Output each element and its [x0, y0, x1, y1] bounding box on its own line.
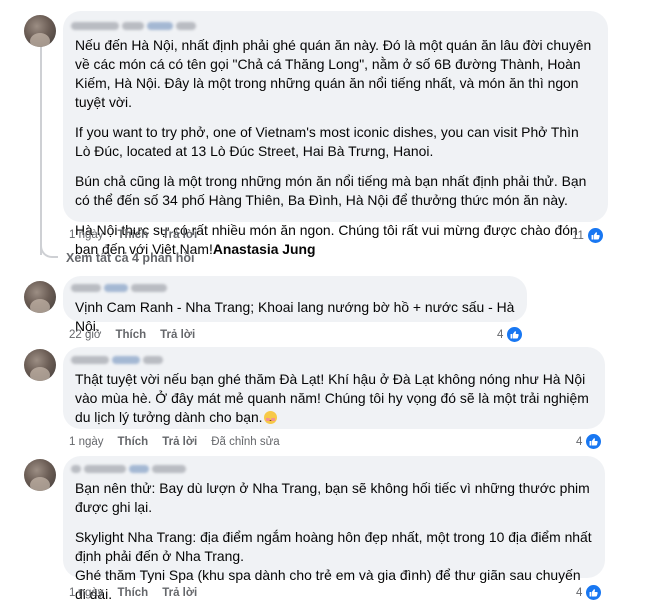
view-all-replies-link[interactable]: Xem tất cả 4 phản hồi — [66, 251, 195, 265]
like-button[interactable]: Thích — [115, 329, 146, 341]
reaction-count[interactable]: 4 — [576, 584, 603, 601]
comment-timestamp[interactable]: 1 ngày — [69, 229, 104, 241]
avatar[interactable] — [24, 15, 56, 47]
commenter-name-redacted[interactable] — [71, 19, 596, 33]
like-thumb-icon — [586, 227, 604, 244]
like-button[interactable]: Thích — [118, 229, 149, 241]
reaction-number: 4 — [497, 328, 504, 341]
reply-thread-connector — [40, 240, 58, 258]
comment-text: If you want to try phở, one of Vietnam's… — [75, 124, 579, 159]
commenter-name-redacted[interactable] — [71, 281, 515, 295]
edited-label: Đã chỉnh sửa — [211, 436, 280, 448]
commenter-name-redacted[interactable] — [71, 462, 593, 476]
comment-actions: 22 giờ Thích Trả lời — [69, 329, 209, 341]
reaction-count[interactable]: 4 — [576, 433, 603, 450]
reaction-number: 4 — [576, 586, 583, 599]
avatar[interactable] — [24, 459, 56, 491]
reply-button[interactable]: Trả lời — [162, 587, 197, 599]
reaction-number: 4 — [576, 435, 583, 448]
comment-timestamp[interactable]: 1 ngày — [69, 587, 104, 599]
comment-actions: 1 ngày Thích Trả lời — [69, 229, 211, 241]
smiling-face-emoji-icon — [263, 411, 277, 424]
reply-button[interactable]: Trả lời — [160, 329, 195, 341]
reaction-count[interactable]: 11 — [572, 227, 604, 244]
avatar[interactable] — [24, 281, 56, 313]
comment-bubble: Bạn nên thử: Bay dù lượn ở Nha Trang, bạ… — [63, 456, 605, 602]
comment-text: Skylight Nha Trang: địa điểm ngắm hoàng … — [75, 529, 592, 564]
reaction-count[interactable]: 4 — [497, 326, 524, 343]
comment-text-part: Thật tuyệt vời nếu bạn ghé thăm Đà Lạt! … — [75, 371, 589, 425]
avatar[interactable] — [24, 349, 56, 381]
like-thumb-icon — [506, 326, 524, 343]
comment-text: Bạn nên thử: Bay dù lượn ở Nha Trang, bạ… — [75, 480, 590, 515]
comment-bubble: Thật tuyệt vời nếu bạn ghé thăm Đà Lạt! … — [63, 347, 605, 429]
reply-thread-line — [40, 45, 42, 255]
comment-timestamp[interactable]: 22 giờ — [69, 329, 101, 341]
like-thumb-icon — [585, 433, 603, 450]
comment-actions: 1 ngày Thích Trả lời Đã chỉnh sửa — [69, 436, 294, 448]
comment-bubble: Vịnh Cam Ranh - Nha Trang; Khoai lang nư… — [63, 276, 527, 334]
comment-text: Nếu đến Hà Nội, nhất định phải ghé quán … — [75, 37, 592, 110]
comment-actions: 1 ngày Thích Trả lời — [69, 587, 211, 599]
reply-button[interactable]: Trả lời — [162, 436, 197, 448]
like-thumb-icon — [585, 584, 603, 601]
commenter-name-redacted[interactable] — [71, 353, 593, 367]
reaction-number: 11 — [572, 229, 584, 242]
comment-bubble: Nếu đến Hà Nội, nhất định phải ghé quán … — [63, 11, 608, 257]
mention-link[interactable]: Anastasia Jung — [213, 241, 316, 257]
like-button[interactable]: Thích — [118, 436, 149, 448]
like-button[interactable]: Thích — [118, 587, 149, 599]
reply-button[interactable]: Trả lời — [162, 229, 197, 241]
comment-text: Bún chả cũng là một trong những món ăn n… — [75, 173, 587, 208]
comment-text: Thật tuyệt vời nếu bạn ghé thăm Đà Lạt! … — [75, 370, 593, 427]
comment-timestamp[interactable]: 1 ngày — [69, 436, 104, 448]
